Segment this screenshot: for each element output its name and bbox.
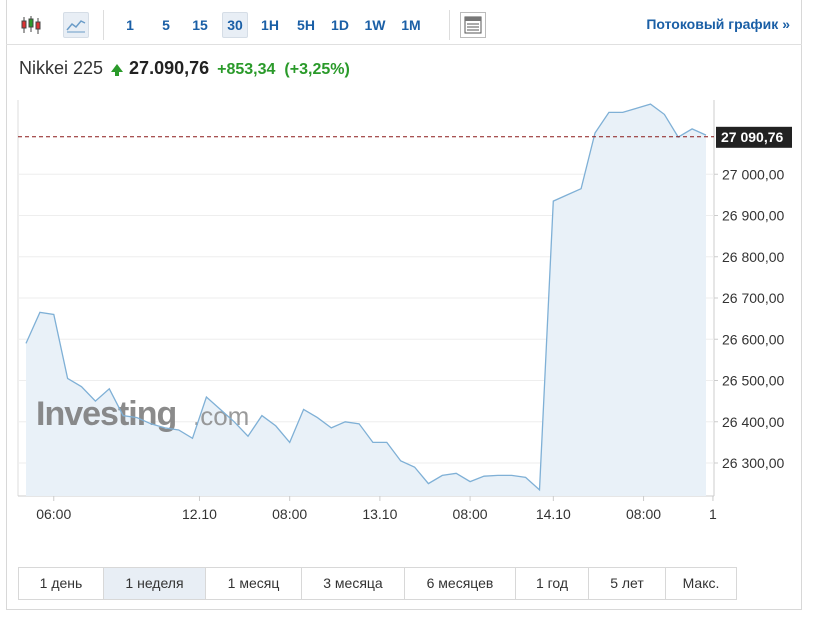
- y-tick-label: 26 300,00: [722, 455, 784, 471]
- x-tick-label: 08:00: [453, 506, 488, 522]
- range-button[interactable]: 1 месяц: [206, 568, 302, 599]
- range-button[interactable]: 5 лет: [589, 568, 666, 599]
- range-button[interactable]: 3 месяца: [302, 568, 405, 599]
- last-price-label: 27 090,76: [721, 129, 783, 145]
- x-tick-label: 1: [709, 506, 717, 522]
- y-tick-label: 27 000,00: [722, 166, 784, 182]
- price-area: [26, 104, 706, 496]
- x-tick-label: 06:00: [36, 506, 71, 522]
- y-tick-label: 26 600,00: [722, 331, 784, 347]
- x-tick-label: 14.10: [536, 506, 571, 522]
- range-selector: 1 день 1 неделя 1 месяц 3 месяца 6 месяцев 1 …: [18, 567, 737, 600]
- x-tick-label: 13.10: [362, 506, 397, 522]
- x-tick-label: 12.10: [182, 506, 217, 522]
- range-button[interactable]: 1 год: [516, 568, 589, 599]
- range-button[interactable]: Макс.: [666, 568, 736, 599]
- investing-watermark-suffix: .com: [193, 401, 249, 431]
- x-tick-label: 08:00: [272, 506, 307, 522]
- investing-watermark: Investing: [36, 395, 176, 433]
- range-button[interactable]: 6 месяцев: [405, 568, 516, 599]
- price-chart[interactable]: 26 300,00 26 400,00 26 500,00 26 600,00 26 7…: [0, 0, 815, 540]
- y-tick-label: 26 400,00: [722, 414, 784, 430]
- y-tick-label: 26 900,00: [722, 208, 784, 224]
- x-tick-label: 08:00: [626, 506, 661, 522]
- y-tick-label: 26 700,00: [722, 290, 784, 306]
- y-tick-label: 26 500,00: [722, 373, 784, 389]
- y-tick-label: 26 800,00: [722, 249, 784, 265]
- range-button[interactable]: 1 неделя: [104, 568, 206, 599]
- range-button[interactable]: 1 день: [19, 568, 104, 599]
